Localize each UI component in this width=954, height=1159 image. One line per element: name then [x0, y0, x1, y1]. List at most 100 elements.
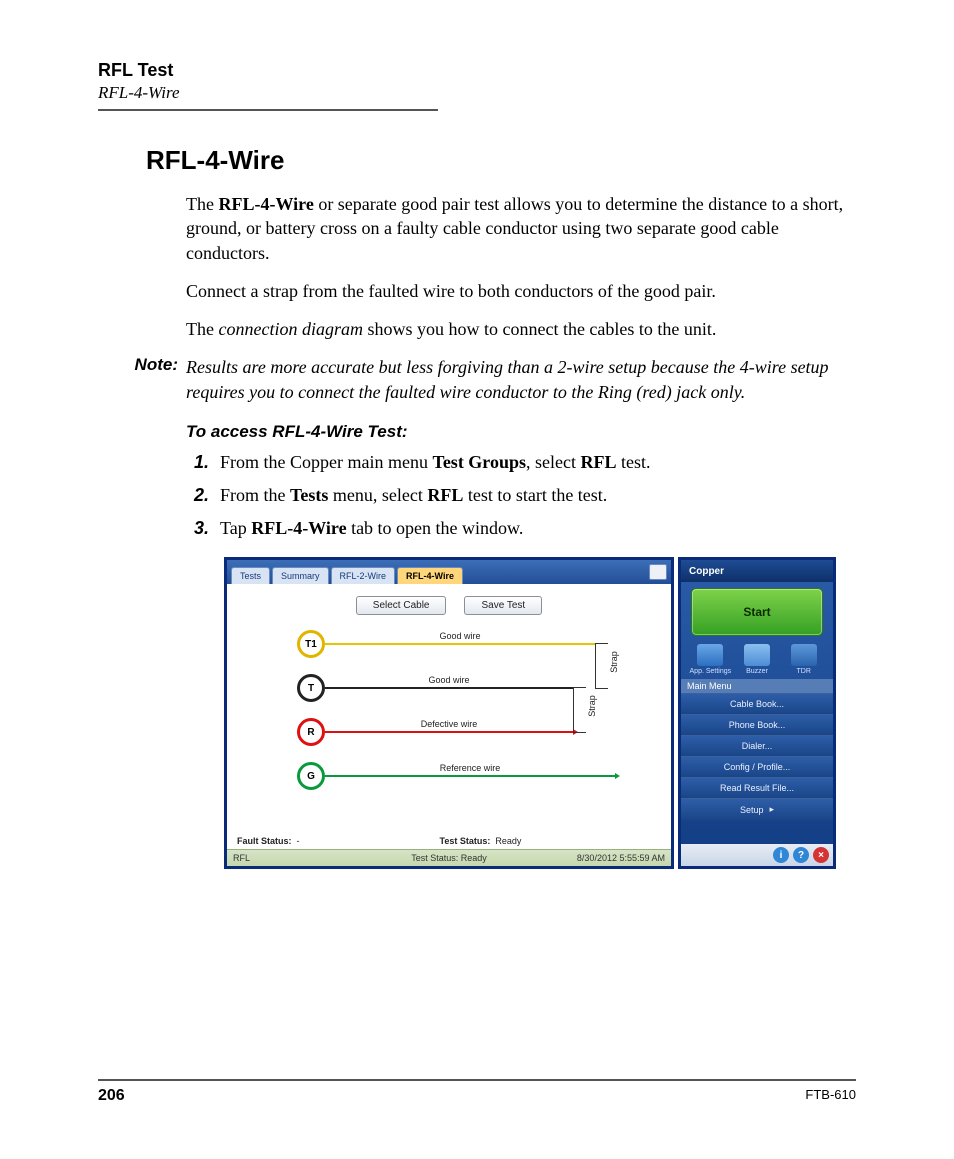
page-header: RFL Test RFL-4-Wire	[98, 60, 856, 111]
strap-1	[595, 643, 608, 689]
side-title: Copper	[681, 560, 833, 582]
tab-rfl-4-wire[interactable]: RFL-4-Wire	[397, 567, 463, 584]
tabbar-right	[649, 560, 671, 584]
text: test.	[617, 452, 651, 472]
port-r: R	[297, 718, 325, 746]
text: The	[186, 194, 218, 214]
app-body: Select Cable Save Test T1 Good wire T	[227, 584, 671, 850]
text-italic: connection diagram	[218, 319, 362, 339]
note-text: Results are more accurate but less forgi…	[186, 355, 856, 404]
menu-setup-label: Setup	[740, 805, 764, 815]
wire-t1: Good wire	[325, 643, 595, 645]
text-bold: RFL	[581, 452, 617, 472]
side-menu-header: Main Menu	[681, 679, 833, 693]
side-title-label: Copper	[689, 566, 724, 577]
side-icon-row: App. Settings Buzzer TDR	[681, 642, 833, 677]
tdr-button[interactable]: TDR	[780, 644, 827, 675]
toolbar-icon[interactable]	[649, 564, 667, 580]
strap-label-2: Strap	[587, 695, 597, 717]
footer-left: RFL	[233, 853, 250, 863]
help-icon[interactable]: ?	[793, 847, 809, 863]
fault-status-value: -	[297, 836, 300, 846]
intro-paragraph-3: The connection diagram shows you how to …	[186, 317, 856, 341]
tab-rfl-2-wire[interactable]: RFL-2-Wire	[331, 567, 396, 584]
test-status: Test Status: Ready	[440, 836, 522, 846]
text: tab to open the window.	[347, 518, 524, 538]
menu-config-profile[interactable]: Config / Profile...	[681, 756, 833, 777]
strap-2	[573, 687, 586, 733]
arrowhead-icon	[615, 773, 620, 779]
menu-dialer[interactable]: Dialer...	[681, 735, 833, 756]
tab-tests[interactable]: Tests	[231, 567, 270, 584]
section-title: RFL-4-Wire	[146, 145, 856, 176]
text-bold: RFL-4-Wire	[251, 518, 346, 538]
fault-status: Fault Status: -	[237, 836, 300, 846]
footer-right: 8/30/2012 5:55:59 AM	[577, 853, 665, 863]
text: Tap	[220, 518, 251, 538]
procedure-title: To access RFL-4-Wire Test:	[186, 422, 856, 442]
icon-label: Buzzer	[746, 668, 768, 675]
app-side-panel: Copper Start App. Settings Buzzer TDR	[678, 557, 836, 869]
text-bold: RFL	[427, 485, 463, 505]
fault-status-label: Fault Status:	[237, 836, 292, 846]
wire-label-good-2: Good wire	[424, 675, 473, 685]
wire-label-good-1: Good wire	[435, 631, 484, 641]
menu-setup[interactable]: Setup ▸	[681, 798, 833, 820]
header-rule	[98, 109, 438, 111]
note-block: Note: Results are more accurate but less…	[98, 355, 856, 404]
text: The	[186, 319, 218, 339]
footer-center: Test Status: Ready	[411, 853, 487, 863]
text: , select	[526, 452, 580, 472]
status-row: Fault Status: - Test Status: Ready	[237, 836, 661, 846]
save-test-button[interactable]: Save Test	[464, 596, 542, 615]
footer-rule	[98, 1079, 856, 1081]
menu-phone-book[interactable]: Phone Book...	[681, 714, 833, 735]
text-bold: Test Groups	[432, 452, 526, 472]
procedure-steps: From the Copper main menu Test Groups, s…	[186, 452, 856, 539]
button-row: Select Cable Save Test	[227, 596, 671, 615]
menu-read-result-file[interactable]: Read Result File...	[681, 777, 833, 798]
text: shows you how to connect the cables to t…	[363, 319, 716, 339]
text: From the Copper main menu	[220, 452, 432, 472]
connection-diagram: T1 Good wire T Good wire R	[297, 629, 671, 809]
strap-label-1: Strap	[609, 651, 619, 673]
header-subtitle: RFL-4-Wire	[98, 83, 856, 103]
step-2: From the Tests menu, select RFL test to …	[214, 485, 856, 506]
app-settings-button[interactable]: App. Settings	[687, 644, 734, 675]
text-bold: Tests	[290, 485, 328, 505]
page-footer: 206 FTB-610	[98, 1079, 856, 1105]
port-t1: T1	[297, 630, 325, 658]
gear-icon	[697, 644, 723, 666]
wire-label-defective: Defective wire	[417, 719, 482, 729]
app-footer-bar: RFL Test Status: Ready 8/30/2012 5:55:59…	[227, 849, 671, 866]
select-cable-button[interactable]: Select Cable	[356, 596, 447, 615]
app-main-panel: Tests Summary RFL-2-Wire RFL-4-Wire Sele…	[224, 557, 674, 869]
embedded-screenshot: Tests Summary RFL-2-Wire RFL-4-Wire Sele…	[224, 557, 836, 887]
header-title: RFL Test	[98, 60, 856, 81]
chevron-right-icon: ▸	[770, 804, 775, 815]
intro-paragraph-1: The RFL-4-Wire or separate good pair tes…	[186, 192, 856, 265]
page-number: 206	[98, 1087, 125, 1105]
info-icon[interactable]: i	[773, 847, 789, 863]
tab-bar: Tests Summary RFL-2-Wire RFL-4-Wire	[227, 560, 671, 584]
port-t: T	[297, 674, 325, 702]
tab-summary[interactable]: Summary	[272, 567, 329, 584]
port-g: G	[297, 762, 325, 790]
wire-r: Defective wire	[325, 731, 573, 733]
start-button-label: Start	[743, 605, 770, 619]
speaker-icon	[744, 644, 770, 666]
menu-cable-book[interactable]: Cable Book...	[681, 693, 833, 714]
wire-t: Good wire	[325, 687, 573, 689]
step-1: From the Copper main menu Test Groups, s…	[214, 452, 856, 473]
close-icon[interactable]: ×	[813, 847, 829, 863]
step-3: Tap RFL-4-Wire tab to open the window.	[214, 518, 856, 539]
side-footer: i ? ×	[681, 844, 833, 866]
wire-label-reference: Reference wire	[436, 763, 505, 773]
start-button[interactable]: Start	[691, 588, 823, 636]
waveform-icon	[791, 644, 817, 666]
icon-label: App. Settings	[690, 668, 732, 675]
product-model: FTB-610	[805, 1087, 856, 1105]
icon-label: TDR	[796, 668, 810, 675]
buzzer-button[interactable]: Buzzer	[734, 644, 781, 675]
text-bold: RFL-4-Wire	[218, 194, 313, 214]
